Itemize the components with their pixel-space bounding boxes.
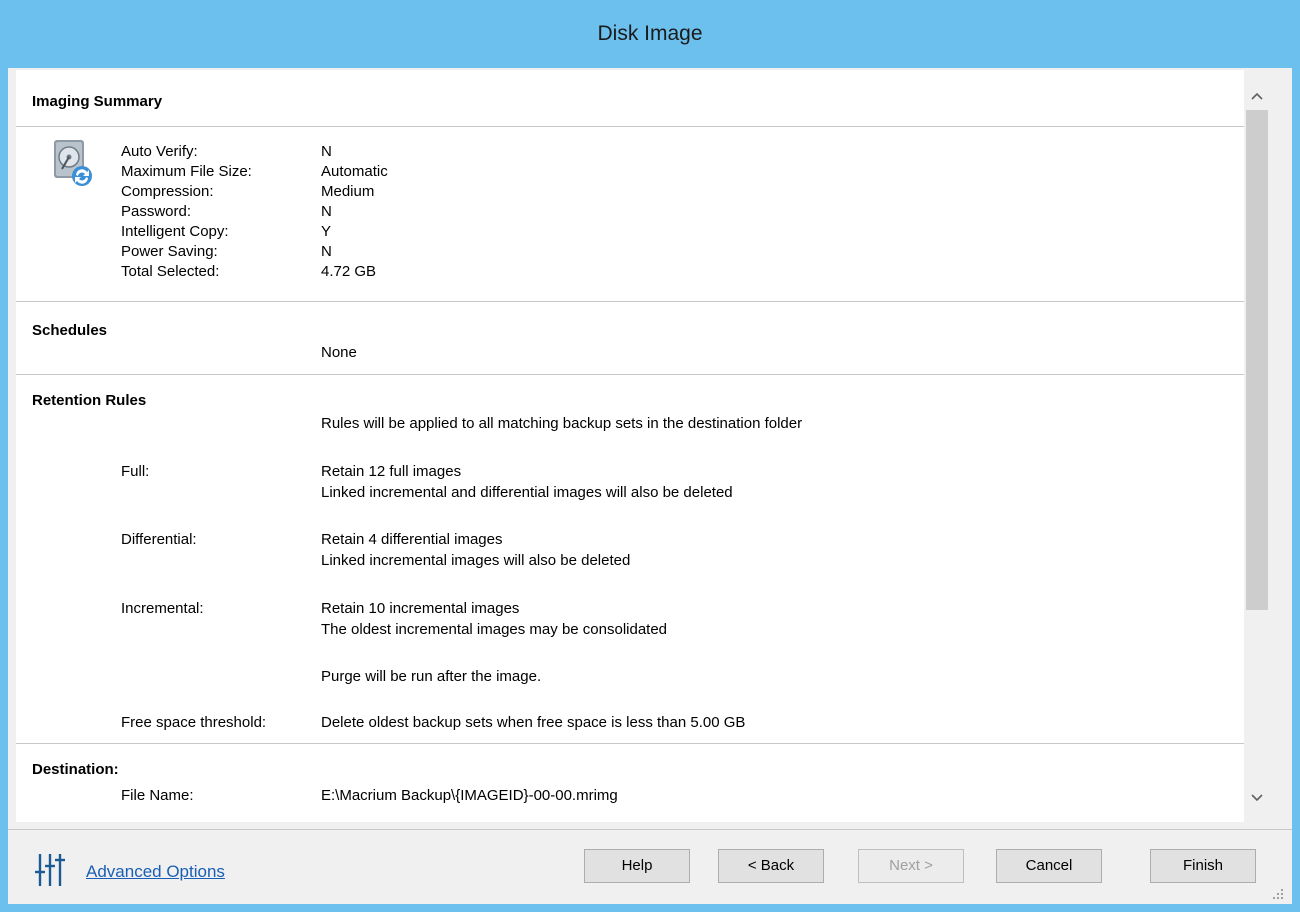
summary-label: Maximum File Size: bbox=[121, 163, 252, 180]
disk-image-icon bbox=[54, 140, 92, 186]
file-name-label: File Name: bbox=[121, 787, 194, 804]
retention-heading: Retention Rules bbox=[32, 392, 147, 409]
summary-value: N bbox=[321, 203, 332, 220]
resize-grip-icon[interactable] bbox=[1270, 886, 1284, 900]
window-title: Disk Image bbox=[0, 0, 1300, 68]
summary-value: Y bbox=[321, 223, 332, 240]
retention-full-line1: Retain 12 full images bbox=[321, 463, 462, 480]
imaging-summary-heading: Imaging Summary bbox=[32, 93, 163, 110]
summary-label: Intelligent Copy: bbox=[121, 223, 229, 240]
free-space-value: Delete oldest backup sets when free spac… bbox=[321, 714, 746, 731]
retention-purge: Purge will be run after the image. bbox=[321, 668, 542, 685]
retention-differential-label: Differential: bbox=[121, 531, 197, 548]
sliders-icon[interactable] bbox=[34, 852, 78, 888]
summary-label: Password: bbox=[121, 203, 192, 220]
schedules-heading: Schedules bbox=[32, 322, 108, 339]
footer-divider bbox=[8, 829, 1292, 830]
divider bbox=[16, 374, 1244, 375]
schedules-value: None bbox=[321, 344, 357, 361]
finish-button[interactable]: Finish bbox=[1150, 849, 1256, 883]
retention-full-line2: Linked incremental and differential imag… bbox=[321, 484, 733, 501]
retention-full-label: Full: bbox=[121, 463, 150, 480]
divider bbox=[16, 301, 1244, 302]
summary-value: 4.72 GB bbox=[321, 263, 377, 280]
retention-differential-line2: Linked incremental images will also be d… bbox=[321, 552, 631, 569]
free-space-label: Free space threshold: bbox=[121, 714, 267, 731]
next-button[interactable]: Next > bbox=[858, 849, 964, 883]
summary-label: Total Selected: bbox=[121, 263, 220, 280]
summary-value: Medium bbox=[321, 183, 375, 200]
help-button[interactable]: Help bbox=[584, 849, 690, 883]
retention-differential-line1: Retain 4 differential images bbox=[321, 531, 503, 548]
summary-value: N bbox=[321, 243, 332, 260]
file-name-value: E:\Macrium Backup\{IMAGEID}-00-00.mrimg bbox=[321, 787, 618, 804]
summary-label: Auto Verify: bbox=[121, 143, 198, 160]
retention-incremental-line1: Retain 10 incremental images bbox=[321, 600, 520, 617]
summary-label: Power Saving: bbox=[121, 243, 218, 260]
summary-value: Automatic bbox=[321, 163, 388, 180]
retention-intro: Rules will be applied to all matching ba… bbox=[321, 415, 803, 432]
retention-incremental-label: Incremental: bbox=[121, 600, 204, 617]
cancel-button[interactable]: Cancel bbox=[996, 849, 1102, 883]
scrollbar-thumb[interactable] bbox=[1246, 110, 1268, 610]
chevron-up-icon[interactable] bbox=[1244, 80, 1270, 110]
chevron-down-icon[interactable] bbox=[1244, 782, 1270, 812]
divider bbox=[16, 743, 1244, 744]
destination-heading: Destination: bbox=[32, 761, 119, 778]
retention-incremental-line2: The oldest incremental images may be con… bbox=[321, 621, 668, 638]
divider bbox=[16, 126, 1244, 127]
summary-label: Compression: bbox=[121, 183, 214, 200]
advanced-options-link[interactable]: Advanced Options bbox=[86, 862, 225, 882]
summary-value: N bbox=[321, 143, 332, 160]
back-button[interactable]: < Back bbox=[718, 849, 824, 883]
